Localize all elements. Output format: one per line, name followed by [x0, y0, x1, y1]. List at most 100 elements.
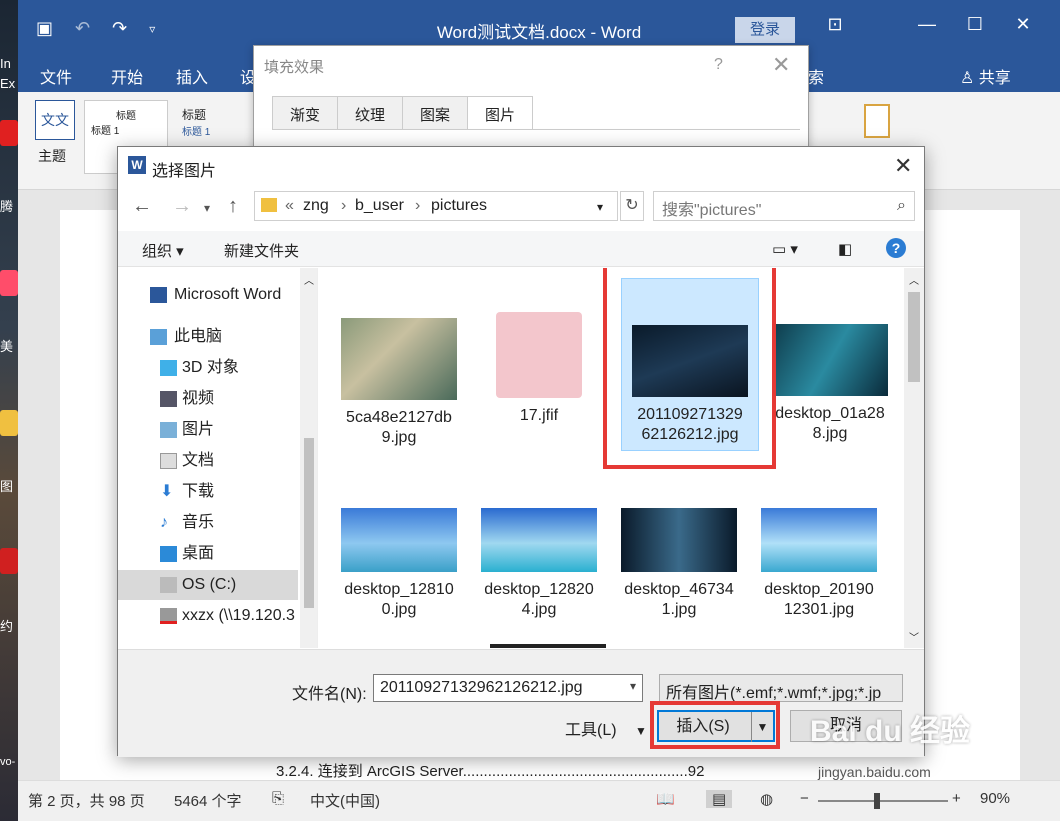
desktop-app-icon[interactable] [0, 548, 18, 574]
nav-microsoft-word[interactable]: Microsoft Word [118, 280, 298, 310]
tab-search[interactable]: 索 [808, 64, 824, 88]
file-type-select[interactable]: 所有图片(*.emf;*.wmf;*.jpg;*.jp [659, 674, 903, 702]
nav-3d-objects[interactable]: 3D 对象 [118, 353, 298, 383]
file-name: desktop_12810 [344, 581, 454, 598]
chevron-down-icon[interactable]: ﹀ [904, 629, 924, 644]
nav-documents[interactable]: 文档 [118, 446, 298, 476]
scrollbar-thumb[interactable] [908, 292, 920, 382]
nav-scrollbar[interactable]: ︿ [300, 268, 317, 648]
desktop-app-icon[interactable] [0, 120, 18, 146]
nav-label: 文档 [182, 452, 215, 469]
style-thumb-sub: 标题 1 [91, 126, 120, 137]
proofing-icon[interactable]: ⎘ [272, 790, 284, 807]
nav-os-c[interactable]: OS (C:) [118, 570, 298, 600]
tab-texture[interactable]: 纹理 [337, 96, 404, 129]
maximize-icon[interactable]: ☐ [952, 14, 998, 35]
zoom-slider-thumb[interactable] [874, 793, 880, 809]
help-icon[interactable]: ? [886, 238, 906, 258]
web-layout-icon[interactable]: ◍ [760, 790, 773, 808]
refresh-icon[interactable]: ↻ [620, 191, 644, 221]
close-icon[interactable]: ✕ [1000, 14, 1046, 35]
language-indicator[interactable]: 中文(中国) [310, 790, 380, 811]
word-icon: W [128, 156, 146, 174]
search-icon[interactable]: ⌕ [897, 197, 906, 215]
file-item[interactable]: 5ca48e2127db 9.jpg [330, 318, 468, 448]
theme-icon[interactable]: 文文 [35, 100, 75, 140]
file-name: 17.jfif [519, 407, 559, 424]
file-item[interactable]: desktop_12820 4.jpg [470, 508, 608, 620]
share-button[interactable]: ♙ 共享 [960, 64, 1011, 88]
address-bar[interactable]: « zng › b_user › pictures ▾ [254, 191, 618, 221]
page-count[interactable]: 第 2 页，共 98 页 [28, 790, 145, 811]
tab-insert[interactable]: 插入 [176, 64, 208, 88]
nav-label: 下载 [182, 483, 215, 500]
nav-videos[interactable]: 视频 [118, 384, 298, 414]
nav-desktop[interactable]: 桌面 [118, 539, 298, 569]
preview-pane-icon[interactable]: ◧ [838, 240, 852, 258]
forward-icon[interactable]: → [172, 195, 192, 218]
up-icon[interactable]: ↑ [228, 195, 238, 218]
theme-label[interactable]: 主题 [38, 146, 66, 166]
close-icon[interactable]: ✕ [772, 52, 790, 78]
scrollbar-thumb[interactable] [304, 438, 314, 608]
breadcrumb-pictures[interactable]: pictures [431, 197, 487, 215]
tools-menu[interactable]: 工具(L) ▼ [565, 716, 647, 740]
chevron-up-icon[interactable]: ︿ [300, 272, 317, 287]
ribbon-display-icon[interactable]: ⊡ [812, 14, 858, 35]
file-name: desktop_12820 [484, 581, 594, 598]
zoom-out-icon[interactable]: − [800, 790, 809, 807]
nav-this-pc[interactable]: 此电脑 [118, 322, 298, 352]
chevron-down-icon[interactable]: ▾ [597, 200, 603, 214]
chevron-right-icon[interactable]: › [415, 197, 420, 215]
organize-button[interactable]: 组织 ▾ [142, 240, 184, 261]
desktop-app-icon[interactable] [0, 270, 18, 296]
nav-label: Microsoft Word [174, 286, 282, 303]
recent-locations-icon[interactable]: ▾ [204, 201, 210, 215]
new-folder-button[interactable]: 新建文件夹 [224, 240, 299, 261]
login-button[interactable]: 登录 [735, 17, 795, 43]
zoom-slider[interactable] [818, 793, 948, 809]
tab-home[interactable]: 开始 [111, 64, 143, 88]
baidu-watermark: Bai du 经验 [810, 715, 971, 748]
nav-music[interactable]: ♪ 音乐 [118, 508, 298, 538]
breadcrumb-zng[interactable]: zng [303, 197, 329, 215]
file-item[interactable]: desktop_01a28 8.jpg [761, 324, 899, 444]
read-mode-icon[interactable]: 📖 [656, 790, 675, 808]
dialog-footer: 文件名(N): 20110927132962126212.jpg ▾ 所有图片(… [118, 649, 924, 757]
breadcrumb-overflow[interactable]: « [285, 197, 294, 215]
zoom-in-icon[interactable]: + [952, 790, 961, 807]
nav-pictures[interactable]: 图片 [118, 415, 298, 445]
help-icon[interactable]: ? [714, 56, 723, 74]
filename-input[interactable]: 20110927132962126212.jpg ▾ [373, 674, 643, 702]
tab-picture[interactable]: 图片 [467, 96, 534, 129]
chevron-up-icon[interactable]: ︿ [904, 272, 924, 287]
file-name: 5ca48e2127db [346, 409, 452, 426]
chevron-down-icon[interactable]: ▾ [630, 679, 636, 693]
page-border-icon[interactable] [864, 104, 890, 138]
file-list-scrollbar[interactable]: ︿ ﹀ [904, 268, 924, 648]
tab-gradient[interactable]: 渐变 [272, 96, 339, 129]
file-item[interactable]: 17.jfif [470, 312, 608, 426]
desktop-app-icon[interactable] [0, 410, 18, 436]
nav-downloads[interactable]: ⬇ 下载 [118, 477, 298, 507]
file-item[interactable]: desktop_20190 12301.jpg [750, 508, 888, 620]
file-item[interactable]: desktop_46734 1.jpg [610, 508, 748, 620]
back-icon[interactable]: ← [132, 195, 152, 218]
dialog-title: 选择图片 [152, 163, 217, 180]
search-input[interactable]: 搜索"pictures" ⌕ [653, 191, 915, 221]
minimize-icon[interactable]: — [904, 14, 950, 35]
tab-file[interactable]: 文件 [40, 64, 72, 88]
file-item[interactable]: desktop_12810 0.jpg [330, 508, 468, 620]
nav-network-drive[interactable]: xxzx (\\19.120.3 [118, 601, 298, 631]
print-layout-icon[interactable]: ▤ [706, 790, 733, 808]
tab-pattern[interactable]: 图案 [402, 96, 469, 129]
zoom-level[interactable]: 90% [980, 790, 1010, 807]
download-icon: ⬇ [160, 483, 174, 500]
close-icon[interactable]: ✕ [894, 153, 912, 179]
music-icon: ♪ [160, 514, 168, 531]
chevron-right-icon[interactable]: › [341, 197, 346, 215]
view-options-icon[interactable]: ▭ ▾ [772, 240, 798, 258]
word-count[interactable]: 5464 个字 [174, 790, 242, 811]
breadcrumb-b-user[interactable]: b_user [355, 197, 404, 215]
file-thumbnail [772, 324, 888, 396]
